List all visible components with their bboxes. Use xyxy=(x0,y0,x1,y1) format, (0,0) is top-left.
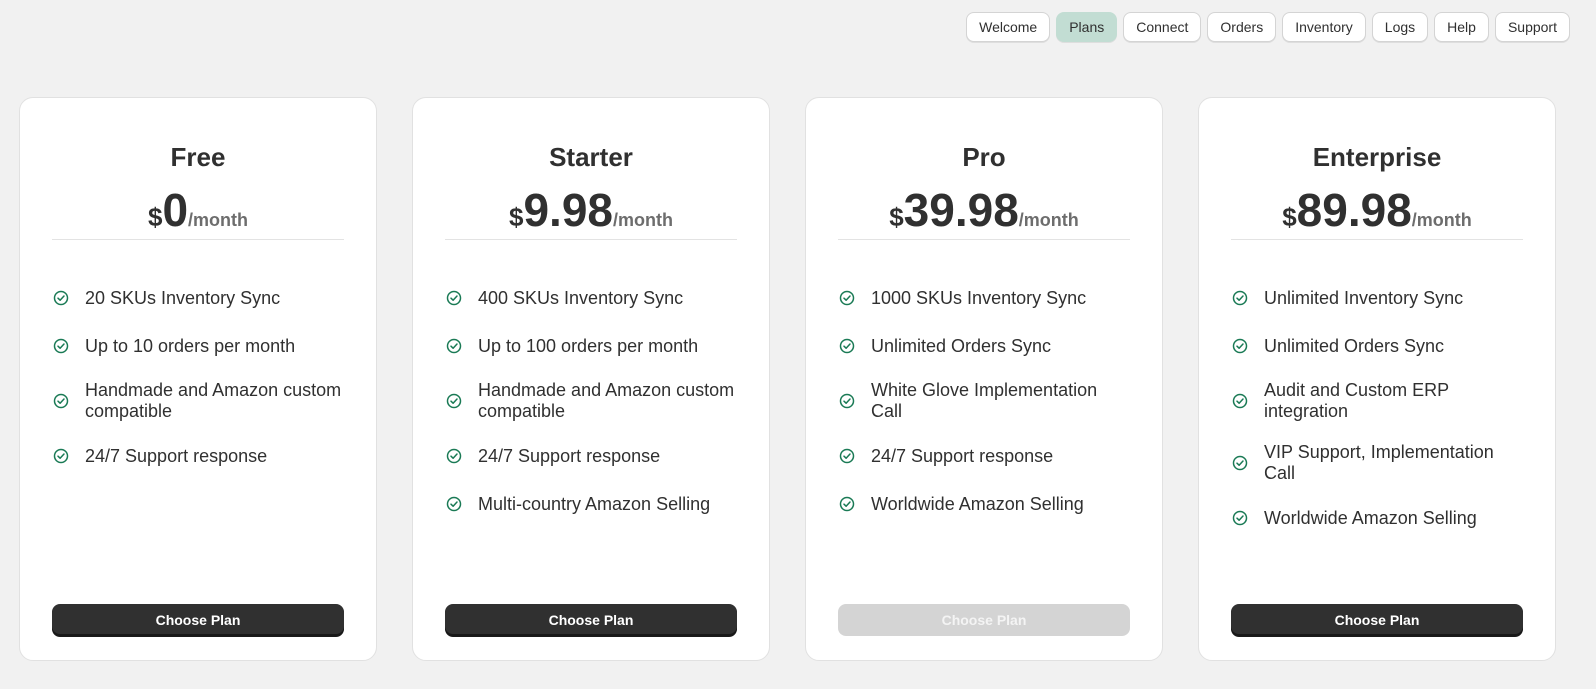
feature-item: White Glove Implementation Call xyxy=(838,380,1130,422)
check-circle-icon xyxy=(838,495,856,513)
nav-tab-help[interactable]: Help xyxy=(1434,12,1489,42)
check-circle-icon xyxy=(52,392,70,410)
feature-item: Handmade and Amazon custom compatible xyxy=(445,380,737,422)
feature-text: 24/7 Support response xyxy=(478,445,661,466)
feature-text: Up to 100 orders per month xyxy=(478,335,699,356)
choose-plan-button-enterprise[interactable]: Choose Plan xyxy=(1231,604,1523,636)
feature-text: 1000 SKUs Inventory Sync xyxy=(871,287,1087,308)
plan-name: Enterprise xyxy=(1312,142,1442,172)
plan-name: Free xyxy=(170,142,226,172)
feature-text: Handmade and Amazon custom compatible xyxy=(478,380,735,421)
feature-item: Audit and Custom ERP integration xyxy=(1231,380,1523,422)
nav-tab-welcome[interactable]: Welcome xyxy=(966,12,1051,42)
plan-price: $9.98/month xyxy=(445,185,737,240)
feature-list: 400 SKUs Inventory Sync Up to 100 orders … xyxy=(445,284,737,518)
feature-text: 20 SKUs Inventory Sync xyxy=(85,287,281,308)
plan-price: $39.98/month xyxy=(838,185,1130,240)
price-period: /month xyxy=(1018,210,1079,230)
check-circle-icon xyxy=(1231,454,1249,472)
feature-item: 24/7 Support response xyxy=(838,442,1130,470)
check-circle-icon xyxy=(838,392,856,410)
feature-text: Audit and Custom ERP integration xyxy=(1264,380,1449,421)
feature-item: 400 SKUs Inventory Sync xyxy=(445,284,737,312)
check-circle-icon xyxy=(1231,289,1249,307)
feature-item: Handmade and Amazon custom compatible xyxy=(52,380,344,422)
nav-tab-support[interactable]: Support xyxy=(1494,12,1570,42)
price-period: /month xyxy=(613,210,673,230)
feature-item: Multi-country Amazon Selling xyxy=(445,490,737,518)
plan-card-starter: Starter $9.98/month 400 SKUs Inventory Syn… xyxy=(412,97,770,661)
plan-price: $0/month xyxy=(52,185,344,240)
feature-list: 1000 SKUs Inventory Sync Unlimited Orders… xyxy=(838,284,1130,518)
price-period: /month xyxy=(1411,210,1472,230)
feature-item: VIP Support, Implementation Call xyxy=(1231,442,1523,484)
plan-price: $89.98/month xyxy=(1231,185,1523,240)
feature-text: VIP Support, Implementation Call xyxy=(1264,442,1494,483)
plan-name: Pro xyxy=(962,142,1006,172)
price-amount: 89.98 xyxy=(1296,184,1412,236)
price-currency: $ xyxy=(147,202,163,232)
choose-plan-button-starter[interactable]: Choose Plan xyxy=(445,604,737,636)
check-circle-icon xyxy=(1231,392,1249,410)
feature-item: Up to 100 orders per month xyxy=(445,332,737,360)
feature-item: Unlimited Orders Sync xyxy=(1231,332,1523,360)
feature-text: White Glove Implementation Call xyxy=(871,380,1098,421)
feature-text: 24/7 Support response xyxy=(871,445,1054,466)
check-circle-icon xyxy=(838,447,856,465)
feature-text: Unlimited Orders Sync xyxy=(1264,335,1445,356)
price-amount: 39.98 xyxy=(903,184,1019,236)
check-circle-icon xyxy=(445,495,463,513)
check-circle-icon xyxy=(445,337,463,355)
check-circle-icon xyxy=(445,392,463,410)
check-circle-icon xyxy=(1231,337,1249,355)
feature-text: Unlimited Orders Sync xyxy=(871,335,1052,356)
price-amount: 0 xyxy=(162,184,189,236)
nav-tab-inventory[interactable]: Inventory xyxy=(1282,12,1366,42)
check-circle-icon xyxy=(1231,509,1249,527)
price-amount: 9.98 xyxy=(523,184,613,236)
feature-item: Up to 10 orders per month xyxy=(52,332,344,360)
plan-card-free: Free $0/month 20 SKUs Inventory Sync Up to … xyxy=(19,97,377,661)
plan-card-pro: Pro $39.98/month 1000 SKUs Inventory Sync U… xyxy=(805,97,1163,661)
price-period: /month xyxy=(188,210,249,230)
feature-item: 20 SKUs Inventory Sync xyxy=(52,284,344,312)
feature-text: 400 SKUs Inventory Sync xyxy=(478,287,684,308)
check-circle-icon xyxy=(52,447,70,465)
nav-tab-plans[interactable]: Plans xyxy=(1056,12,1118,42)
plans-grid: Free $0/month 20 SKUs Inventory Sync Up to … xyxy=(19,97,1556,661)
check-circle-icon xyxy=(445,289,463,307)
check-circle-icon xyxy=(838,337,856,355)
feature-list: 20 SKUs Inventory Sync Up to 10 orders pe… xyxy=(52,284,344,470)
feature-text: 24/7 Support response xyxy=(85,445,268,466)
feature-item: 24/7 Support response xyxy=(445,442,737,470)
check-circle-icon xyxy=(838,289,856,307)
feature-item: 24/7 Support response xyxy=(52,442,344,470)
feature-text: Up to 10 orders per month xyxy=(85,335,296,356)
price-currency: $ xyxy=(889,202,904,232)
feature-text: Handmade and Amazon custom compatible xyxy=(85,380,342,421)
check-circle-icon xyxy=(52,289,70,307)
nav-tab-logs[interactable]: Logs xyxy=(1371,12,1429,42)
feature-text: Worldwide Amazon Selling xyxy=(1264,507,1477,528)
feature-item: Worldwide Amazon Selling xyxy=(838,490,1130,518)
check-circle-icon xyxy=(52,337,70,355)
plan-name: Starter xyxy=(549,142,633,172)
feature-item: Worldwide Amazon Selling xyxy=(1231,504,1523,532)
feature-text: Multi-country Amazon Selling xyxy=(478,493,711,514)
check-circle-icon xyxy=(445,447,463,465)
feature-item: 1000 SKUs Inventory Sync xyxy=(838,284,1130,312)
feature-item: Unlimited Inventory Sync xyxy=(1231,284,1523,312)
feature-text: Unlimited Inventory Sync xyxy=(1264,287,1464,308)
nav-tab-connect[interactable]: Connect xyxy=(1123,12,1202,42)
top-navigation: Welcome Plans Connect Orders Inventory L… xyxy=(966,12,1570,42)
price-currency: $ xyxy=(509,202,524,232)
choose-plan-button-pro[interactable]: Choose Plan xyxy=(838,604,1130,636)
feature-item: Unlimited Orders Sync xyxy=(838,332,1130,360)
plan-card-enterprise: Enterprise $89.98/month Unlimited Inventor… xyxy=(1198,97,1556,661)
feature-text: Worldwide Amazon Selling xyxy=(871,493,1084,514)
price-currency: $ xyxy=(1282,202,1297,232)
nav-tab-orders[interactable]: Orders xyxy=(1207,12,1277,42)
feature-list: Unlimited Inventory Sync Unlimited Orders… xyxy=(1231,284,1523,532)
choose-plan-button-free[interactable]: Choose Plan xyxy=(52,604,344,636)
